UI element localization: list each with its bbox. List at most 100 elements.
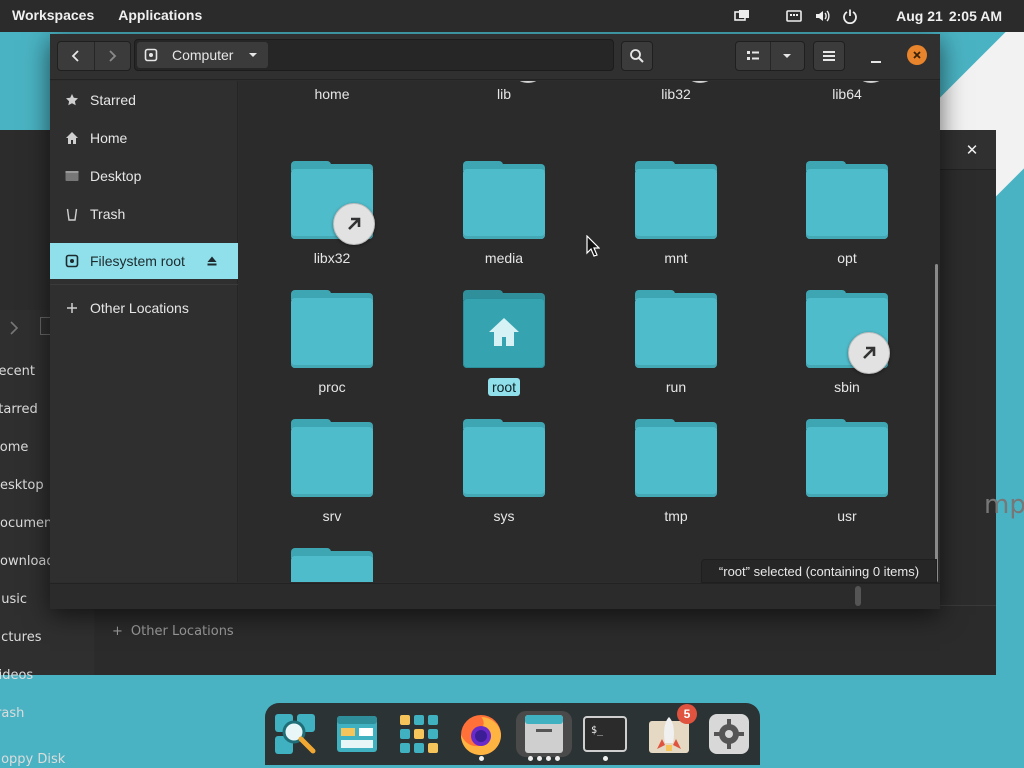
workspaces-button[interactable]: Workspaces — [12, 7, 94, 23]
background-sidebar-item-desktop[interactable]: Desktop — [0, 478, 54, 493]
folder-item[interactable]: run — [616, 290, 736, 410]
folder-icon — [635, 290, 717, 368]
background-sidebar-item-floppy-disk[interactable]: Floppy Disk — [0, 752, 75, 767]
search-button[interactable] — [621, 41, 653, 71]
list-view-button[interactable] — [736, 42, 770, 70]
folder-item[interactable]: mnt — [616, 161, 736, 281]
firefox-icon[interactable] — [458, 711, 504, 757]
minimize-button[interactable] — [868, 48, 884, 64]
hamburger-menu-icon — [823, 51, 835, 61]
background-empty-text: mpt — [984, 490, 1024, 520]
folder-icon — [291, 419, 373, 497]
vertical-scrollbar[interactable] — [935, 264, 938, 582]
keyboard-icon[interactable] — [786, 8, 802, 24]
forward-button[interactable] — [93, 42, 130, 70]
folder-icon — [806, 419, 888, 497]
resize-grip[interactable] — [855, 586, 861, 606]
background-other-locations[interactable]: + Other Locations — [112, 624, 234, 639]
menu-button[interactable] — [813, 41, 845, 71]
folder-item[interactable]: libx32 — [272, 161, 392, 281]
background-sidebar-item-videos[interactable]: Videos — [0, 668, 43, 683]
symlink-arrow-icon — [848, 332, 890, 374]
background-sidebar-item-home[interactable]: Home — [0, 440, 38, 455]
sidebar-item-home[interactable]: Home — [50, 120, 238, 156]
trash-icon — [64, 207, 80, 221]
file-manager-icon[interactable] — [516, 711, 572, 757]
path-button-computer[interactable]: Computer — [137, 42, 268, 68]
search-icon — [630, 49, 644, 63]
close-button[interactable] — [907, 45, 927, 65]
symlink-emblem-icon — [685, 81, 715, 83]
eject-icon[interactable] — [206, 255, 218, 267]
file-name: sbin — [834, 379, 860, 395]
file-name-lib64[interactable]: lib64 — [787, 86, 907, 102]
folder-item[interactable]: sys — [444, 419, 564, 539]
folder-item[interactable]: tmp — [616, 419, 736, 539]
applications-button[interactable]: Applications — [118, 7, 202, 23]
sidebar-item-label: Filesystem root — [90, 253, 185, 269]
chevron-left-icon — [71, 50, 79, 62]
folder-item[interactable]: proc — [272, 290, 392, 410]
background-sidebar-item-trash[interactable]: Trash — [0, 706, 34, 721]
symlink-emblem-icon — [513, 81, 543, 83]
back-button[interactable] — [58, 42, 94, 70]
folder-item[interactable]: srv — [272, 419, 392, 539]
file-name: sys — [493, 508, 515, 524]
file-name: srv — [322, 508, 342, 524]
notification-badge: 5 — [677, 704, 697, 724]
drive-icon — [64, 254, 80, 268]
sidebar-item-desktop[interactable]: Desktop — [50, 158, 238, 194]
folder-item[interactable]: opt — [787, 161, 907, 281]
chevron-right-icon — [109, 50, 117, 62]
view-buttons — [735, 41, 805, 71]
folder-item-selected[interactable]: root — [444, 290, 564, 410]
sidebar-item-starred[interactable]: Starred — [50, 82, 238, 118]
view-options-button[interactable] — [769, 42, 804, 70]
mouse-cursor-icon — [586, 235, 600, 257]
sidebar-item-label: Starred — [90, 92, 136, 108]
path-bar[interactable]: Computer — [134, 39, 614, 71]
file-manager-window[interactable]: Computer Starred Home Desktop Trash File… — [50, 34, 940, 609]
chevron-down-icon[interactable] — [247, 49, 259, 61]
settings-icon[interactable] — [706, 711, 752, 757]
sidebar-item-filesystem-root[interactable]: Filesystem root — [50, 243, 238, 279]
search-app-icon[interactable] — [272, 711, 318, 757]
symlink-arrow-icon — [333, 203, 375, 245]
folder-item[interactable] — [272, 548, 392, 582]
folder-icon — [463, 419, 545, 497]
window-bottom-bar — [50, 583, 940, 609]
running-indicator — [603, 756, 608, 761]
clock-date[interactable]: Aug 21 — [896, 8, 943, 24]
file-name: opt — [837, 250, 857, 266]
folder-icon — [291, 548, 373, 582]
folder-item[interactable]: media — [444, 161, 564, 281]
folder-item[interactable]: sbin — [787, 290, 907, 410]
file-name: mnt — [664, 250, 688, 266]
file-name-lib[interactable]: lib — [444, 86, 564, 102]
background-sidebar-item-starred[interactable]: Starred — [0, 402, 48, 417]
volume-icon[interactable] — [814, 8, 830, 24]
background-sidebar-item-recent[interactable]: Recent — [0, 364, 45, 379]
status-overlay: “root” selected (containing 0 items) — [701, 559, 937, 583]
folder-icon — [463, 290, 545, 368]
app-grid-icon[interactable] — [396, 711, 442, 757]
sidebar-item-trash[interactable]: Trash — [50, 196, 238, 232]
running-indicator — [479, 756, 484, 761]
power-icon[interactable] — [842, 8, 858, 24]
background-close-icon[interactable]: ✕ — [964, 142, 980, 158]
files-app-icon[interactable] — [334, 711, 380, 757]
terminal-icon[interactable]: $_ — [582, 711, 628, 757]
background-sidebar-item-music[interactable]: Music — [0, 592, 37, 607]
file-grid[interactable]: home lib lib32 lib64 libx32 media mnt op… — [239, 81, 940, 582]
folder-item[interactable]: usr — [787, 419, 907, 539]
background-sidebar-item-pictures[interactable]: Pictures — [0, 630, 51, 645]
screen-share-icon[interactable] — [734, 8, 750, 24]
sidebar-item-other-locations[interactable]: Other Locations — [50, 290, 238, 326]
minimize-icon — [871, 61, 881, 63]
path-location-label: Computer — [172, 47, 234, 63]
file-name-lib32[interactable]: lib32 — [616, 86, 736, 102]
file-name-home[interactable]: home — [272, 86, 392, 102]
clock-time[interactable]: 2:05 AM — [949, 8, 1002, 24]
file-name: tmp — [664, 508, 688, 524]
running-indicator — [546, 756, 551, 761]
